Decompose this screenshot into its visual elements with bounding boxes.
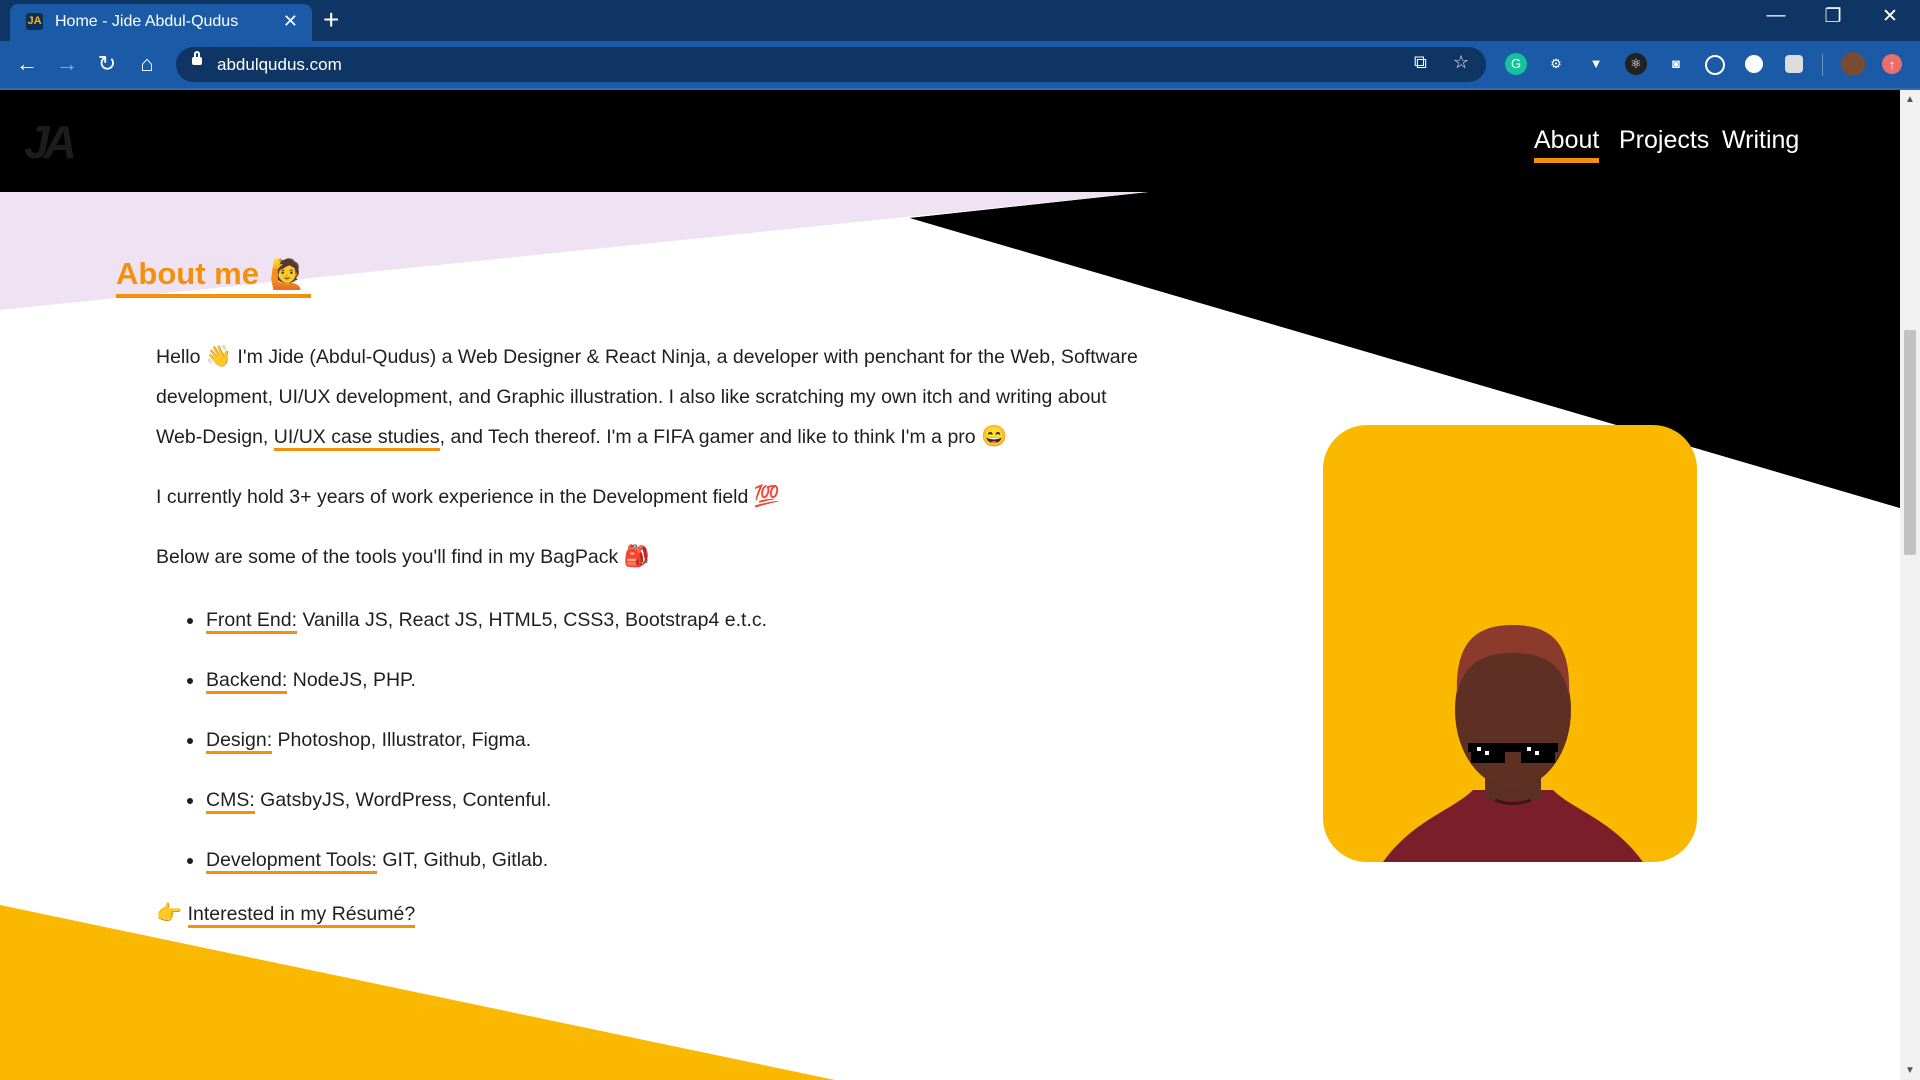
grammarly-icon[interactable]: G bbox=[1505, 53, 1527, 75]
resume-row: 👉 Interested in my Résumé? bbox=[156, 894, 416, 934]
tab-title: Home - Jide Abdul-Qudus bbox=[55, 13, 239, 30]
react-devtools-icon[interactable]: ⚛ bbox=[1625, 53, 1647, 75]
backpack-icon: 🎒 bbox=[623, 545, 650, 568]
experience-text: I currently hold 3+ years of work experi… bbox=[156, 486, 754, 508]
minimize-button[interactable]: — bbox=[1756, 5, 1796, 27]
list-item: CMS: GatsbyJS, WordPress, Contenful. bbox=[156, 780, 767, 840]
tool-category[interactable]: Development Tools: bbox=[206, 849, 377, 874]
lock-icon bbox=[192, 51, 202, 65]
site-favicon-icon: JA bbox=[26, 13, 43, 30]
list-item: Backend: NodeJS, PHP. bbox=[156, 660, 767, 720]
intro-text-start: Hello bbox=[156, 346, 201, 368]
gear-extension-icon[interactable]: ⚙ bbox=[1545, 53, 1567, 75]
tools-intro-paragraph: Below are some of the tools you'll find … bbox=[156, 537, 650, 577]
bookmark-star-icon[interactable]: ☆ bbox=[1453, 52, 1469, 73]
url-text[interactable]: abdulqudus.com bbox=[217, 55, 342, 75]
tools-intro-text: Below are some of the tools you'll find … bbox=[156, 546, 624, 568]
home-button[interactable]: ⌂ bbox=[133, 50, 161, 78]
tab-close-icon[interactable]: ✕ bbox=[283, 11, 298, 32]
page-scrollbar[interactable]: ▲ ▼ bbox=[1900, 90, 1920, 1080]
tool-values: NodeJS, PHP. bbox=[287, 669, 416, 691]
scrollbar-thumb[interactable] bbox=[1904, 330, 1916, 555]
site-header: JA About Projects Writing bbox=[0, 90, 1920, 192]
nav-about[interactable]: About bbox=[1534, 126, 1600, 163]
scroll-down-icon[interactable]: ▼ bbox=[1905, 1065, 1915, 1076]
list-item: Front End: Vanilla JS, React JS, HTML5, … bbox=[156, 600, 767, 660]
tool-values: GIT, Github, Gitlab. bbox=[376, 849, 549, 871]
back-button[interactable]: ← bbox=[13, 50, 41, 78]
update-icon[interactable]: ↑ bbox=[1882, 54, 1902, 74]
nav-projects[interactable]: Projects bbox=[1619, 126, 1709, 155]
browser-toolbar: ← → ↻ ⌂ abdulqudus.com ⧉ ☆ G ⚙ ▼ ⚛ ◙ ↑ bbox=[0, 41, 1920, 90]
site-logo[interactable]: JA bbox=[24, 115, 77, 169]
target-extension-icon[interactable] bbox=[1705, 55, 1725, 75]
restore-button[interactable]: ❐ bbox=[1813, 5, 1853, 28]
hundred-points-icon: 💯 bbox=[753, 485, 780, 508]
browser-tab-active[interactable]: JA Home - Jide Abdul-Qudus ✕ bbox=[10, 4, 312, 41]
tool-values: GatsbyJS, WordPress, Contenful. bbox=[254, 789, 552, 811]
forward-button[interactable]: → bbox=[53, 50, 81, 78]
profile-avatar[interactable] bbox=[1841, 52, 1865, 76]
about-heading: About me 🙋 bbox=[116, 256, 312, 298]
nav-writing[interactable]: Writing bbox=[1722, 126, 1799, 155]
experience-paragraph: I currently hold 3+ years of work experi… bbox=[156, 477, 780, 517]
reload-button[interactable]: ↻ bbox=[93, 50, 121, 78]
toolbar-divider bbox=[1822, 54, 1823, 76]
list-item: Development Tools: GIT, Github, Gitlab. bbox=[156, 840, 767, 900]
list-item: Design: Photoshop, Illustrator, Figma. bbox=[156, 720, 767, 780]
profile-photo bbox=[1383, 625, 1643, 862]
circle-extension-icon[interactable] bbox=[1745, 55, 1763, 73]
scroll-up-icon[interactable]: ▲ bbox=[1905, 94, 1915, 105]
new-tab-button[interactable]: + bbox=[323, 3, 339, 37]
waving-hand-icon: 👋 bbox=[205, 345, 233, 368]
about-heading-text: About me bbox=[116, 256, 259, 291]
raising-hand-icon: 🙋 bbox=[268, 259, 306, 291]
page-content: JA About Projects Writing About me 🙋 Hell… bbox=[0, 90, 1920, 1080]
ux-case-studies-link[interactable]: UI/UX case studies bbox=[273, 426, 440, 451]
open-external-icon[interactable]: ⧉ bbox=[1414, 52, 1427, 73]
tool-category[interactable]: Front End: bbox=[206, 609, 298, 634]
intro-text-end: , and Tech thereof. I'm a FIFA gamer and… bbox=[439, 426, 982, 448]
camera-extension-icon[interactable]: ◙ bbox=[1665, 53, 1687, 75]
square-extension-icon[interactable] bbox=[1785, 55, 1803, 73]
pointing-hand-icon: 👉 bbox=[156, 902, 183, 925]
address-bar[interactable]: abdulqudus.com ⧉ ☆ bbox=[176, 47, 1486, 82]
tool-category[interactable]: Backend: bbox=[206, 669, 288, 694]
browser-tab-strip: JA Home - Jide Abdul-Qudus ✕ + — ❐ ✕ bbox=[0, 0, 1920, 41]
vue-devtools-icon[interactable]: ▼ bbox=[1585, 53, 1607, 75]
tool-values: Vanilla JS, React JS, HTML5, CSS3, Boots… bbox=[297, 609, 768, 631]
grinning-face-icon: 😄 bbox=[981, 425, 1008, 448]
close-window-button[interactable]: ✕ bbox=[1870, 5, 1910, 28]
tool-category[interactable]: Design: bbox=[206, 729, 273, 754]
tools-list: Front End: Vanilla JS, React JS, HTML5, … bbox=[156, 600, 767, 900]
tool-category[interactable]: CMS: bbox=[206, 789, 255, 814]
resume-link[interactable]: Interested in my Résumé? bbox=[187, 903, 416, 928]
profile-photo-card bbox=[1323, 425, 1697, 862]
tool-values: Photoshop, Illustrator, Figma. bbox=[272, 729, 532, 751]
intro-paragraph: Hello 👋 I'm Jide (Abdul-Qudus) a Web Des… bbox=[156, 337, 1141, 457]
